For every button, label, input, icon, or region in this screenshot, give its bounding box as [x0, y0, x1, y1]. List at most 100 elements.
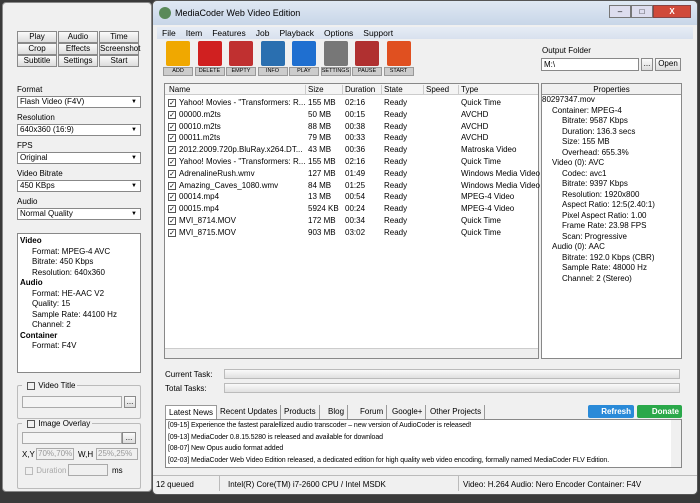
row-checkbox[interactable]: ✓ — [168, 134, 176, 143]
menu-features[interactable]: Features — [212, 28, 246, 38]
table-row[interactable]: ✓ Amazing_Caves_1080.wmv 84 MB 01:25 Ready Wi… — [165, 180, 540, 191]
refresh-button[interactable]: Refresh — [588, 405, 634, 418]
tab-forum[interactable]: Forum — [357, 405, 388, 419]
maximize-button[interactable]: □ — [631, 5, 653, 18]
cell-duration: 03:02 — [345, 227, 366, 237]
row-checkbox[interactable]: ✓ — [168, 228, 176, 237]
table-row[interactable]: ✓ AdrenalineRush.wmv 127 MB 01:49 Ready Windo… — [165, 168, 540, 179]
tab-products[interactable]: Products — [281, 405, 320, 419]
menu-item[interactable]: Item — [186, 28, 203, 38]
menu-options[interactable]: Options — [324, 28, 353, 38]
column-speed[interactable]: Speed — [423, 85, 449, 95]
row-checkbox[interactable]: ✓ — [168, 122, 176, 131]
audio-button[interactable]: Audio — [58, 31, 98, 43]
tab-google-[interactable]: Google+ — [389, 405, 427, 419]
time-button[interactable]: Time — [99, 31, 139, 43]
table-row[interactable]: ✓ 00014.mp4 13 MB 00:54 Ready MPEG-4 Video — [165, 191, 538, 202]
start-button[interactable]: Start — [99, 55, 139, 67]
play-button[interactable]: Play — [17, 31, 57, 43]
row-checkbox[interactable]: ✓ — [168, 181, 176, 190]
news-item[interactable]: [09-13] MediaCoder 0.8.15.5280 is releas… — [166, 432, 681, 444]
output-folder-input[interactable]: M:\ — [541, 58, 639, 71]
table-row[interactable]: ✓ 00015.mp4 5924 KB 00:24 Ready MPEG-4 Video — [165, 203, 538, 214]
settings-button[interactable]: SETTINGS — [320, 41, 351, 77]
column-size[interactable]: Size — [305, 85, 324, 95]
add-button[interactable]: ADD — [163, 41, 193, 77]
format-label: Format — [17, 85, 43, 94]
table-row[interactable]: ✓ Yahoo! Movies - "Transformers: R... 155 … — [165, 97, 538, 108]
table-row[interactable]: ✓ MVI_8714.MOV 172 MB 00:34 Ready Quick Time — [165, 215, 538, 226]
pause-button[interactable]: PAUSE — [352, 41, 382, 77]
wh-input[interactable]: 25%,25% — [96, 448, 138, 460]
video-title-input[interactable] — [22, 396, 122, 408]
duration-checkbox[interactable] — [25, 467, 33, 475]
screenshot-button[interactable]: Screenshot — [99, 43, 140, 55]
row-checkbox[interactable]: ✓ — [168, 169, 176, 178]
horizontal-scrollbar[interactable] — [165, 348, 538, 358]
open-folder-button[interactable]: Open — [655, 58, 681, 71]
property-item: Aspect Ratio: 12:5(2.40:1) — [562, 200, 655, 209]
output-browse-button[interactable]: ... — [641, 58, 653, 71]
news-scrollbar[interactable] — [671, 420, 681, 467]
toolbar-label: EMPTY — [226, 67, 256, 76]
menu-file[interactable]: File — [162, 28, 176, 38]
table-row[interactable]: ✓ Yahoo! Movies - "Transformers: R... 155 … — [165, 156, 538, 167]
menu-playback[interactable]: Playback — [280, 28, 315, 38]
donate-button[interactable]: Donate — [637, 405, 682, 418]
table-row[interactable]: ✓ MVI_8715.MOV 903 MB 03:02 Ready Quick Time — [165, 227, 538, 238]
menu-support[interactable]: Support — [363, 28, 393, 38]
delete-button[interactable]: DELETE — [194, 41, 225, 77]
row-checkbox[interactable]: ✓ — [168, 110, 176, 119]
menu-job[interactable]: Job — [256, 28, 270, 38]
cell-type: MPEG-4 Video — [461, 204, 515, 214]
info-button[interactable]: INFO — [257, 41, 288, 77]
settings-button[interactable]: Settings — [58, 55, 98, 67]
news-item[interactable]: [08-07] New Opus audio format added — [166, 443, 681, 455]
close-button[interactable]: X — [653, 5, 691, 18]
tab-other-projects[interactable]: Other Projects — [427, 405, 486, 419]
row-checkbox[interactable]: ✓ — [168, 193, 176, 202]
video-title-browse[interactable]: ... — [124, 396, 136, 408]
image-overlay-input[interactable] — [22, 432, 122, 444]
minimize-button[interactable]: – — [609, 5, 631, 18]
tab-latest-news[interactable]: Latest News — [165, 405, 218, 419]
table-row[interactable]: ✓ 00010.m2ts 88 MB 00:38 Ready AVCHD — [165, 121, 538, 132]
xy-input[interactable]: 70%,70% — [36, 448, 74, 460]
row-checkbox[interactable]: ✓ — [168, 205, 176, 214]
table-row[interactable]: ✓ 00000.m2ts 50 MB 00:15 Ready AVCHD — [165, 109, 538, 120]
table-row[interactable]: ✓ 2012.2009.720p.BluRay.x264.DT... 43 MB 00… — [165, 144, 538, 155]
tab-blog[interactable]: Blog — [325, 405, 349, 419]
column-duration[interactable]: Duration — [342, 85, 375, 95]
news-item[interactable]: [02-03] MediaCoder Web Video Edition rel… — [166, 455, 681, 467]
row-checkbox[interactable]: ✓ — [168, 99, 176, 107]
tab-recent-updates[interactable]: Recent Updates — [217, 405, 282, 419]
column-type[interactable]: Type — [458, 85, 478, 95]
effects-button[interactable]: Effects — [58, 43, 98, 55]
video-bitrate-select[interactable]: 450 KBps ▼ — [17, 180, 141, 192]
format-select[interactable]: Flash Video (F4V) ▼ — [17, 96, 141, 108]
image-overlay-checkbox[interactable] — [27, 420, 35, 428]
cell-name: MVI_8715.MOV — [179, 227, 236, 237]
toolbar-label: INFO — [257, 67, 288, 76]
empty-button[interactable]: EMPTY — [226, 41, 256, 77]
video-title-checkbox[interactable] — [27, 382, 35, 390]
duration-input[interactable] — [68, 464, 108, 476]
resolution-select[interactable]: 640x360 (16:9) ▼ — [17, 124, 141, 136]
column-state[interactable]: State — [381, 85, 403, 95]
cell-type: Quick Time — [461, 98, 502, 107]
row-checkbox[interactable]: ✓ — [168, 158, 176, 166]
audio-select[interactable]: Normal Quality ▼ — [17, 208, 141, 220]
table-row[interactable]: ✓ 00011.m2ts 79 MB 00:33 Ready AVCHD — [165, 132, 538, 143]
fps-select[interactable]: Original ▼ — [17, 152, 141, 164]
crop-button[interactable]: Crop — [17, 43, 57, 55]
row-checkbox[interactable]: ✓ — [168, 146, 176, 155]
news-item[interactable]: [09-15] Experience the fastest paralelli… — [166, 420, 681, 432]
image-overlay-browse[interactable]: ... — [122, 432, 136, 444]
chevron-down-icon: ▼ — [131, 183, 137, 189]
column-name[interactable]: Name — [169, 85, 190, 95]
row-checkbox[interactable]: ✓ — [168, 217, 176, 225]
file-list[interactable]: Name Size Duration State Speed Type ✓ Yahoo! M… — [164, 83, 540, 359]
play-button[interactable]: PLAY — [289, 41, 319, 77]
start-button[interactable]: START — [383, 41, 414, 77]
subtitle-button[interactable]: Subtitle — [17, 55, 57, 67]
